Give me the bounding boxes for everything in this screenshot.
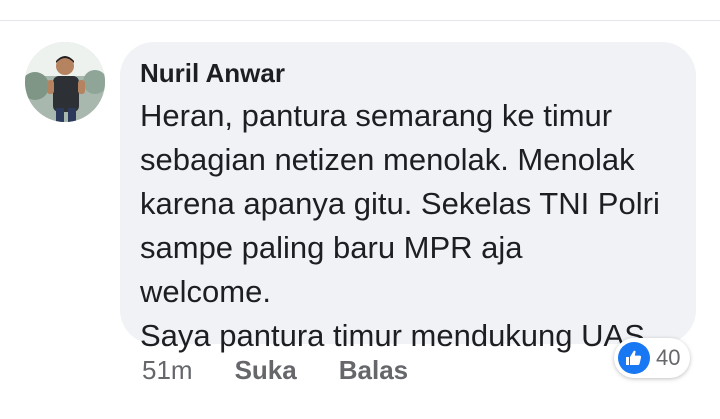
- top-divider: [0, 20, 720, 21]
- comment-text-line: sebagian netizen menolak. Menolak: [140, 142, 635, 177]
- comment-text-line: welcome.: [140, 274, 271, 309]
- comment-bubble: Nuril Anwar Heran, pantura semarang ke t…: [120, 42, 696, 353]
- reply-button[interactable]: Balas: [339, 355, 408, 386]
- avatar[interactable]: [25, 42, 105, 122]
- reaction-summary[interactable]: 40: [614, 338, 691, 378]
- reaction-count: 40: [656, 345, 681, 370]
- comment-timestamp[interactable]: 51m: [142, 355, 193, 386]
- comment-text-line: sampe paling baru MPR aja: [140, 230, 523, 265]
- avatar-photo: [25, 42, 105, 122]
- comment-text-line: karena apanya gitu. Sekelas TNI Polri: [140, 186, 660, 221]
- comment-text: Heran, pantura semarang ke timur sebagia…: [140, 94, 674, 358]
- comment-author[interactable]: Nuril Anwar: [140, 56, 674, 90]
- comment-text-line: Heran, pantura semarang ke timur: [140, 98, 613, 133]
- comment-actions: 51m Suka Balas: [142, 352, 450, 388]
- thumbs-up-icon: [618, 342, 650, 374]
- like-button[interactable]: Suka: [235, 355, 297, 386]
